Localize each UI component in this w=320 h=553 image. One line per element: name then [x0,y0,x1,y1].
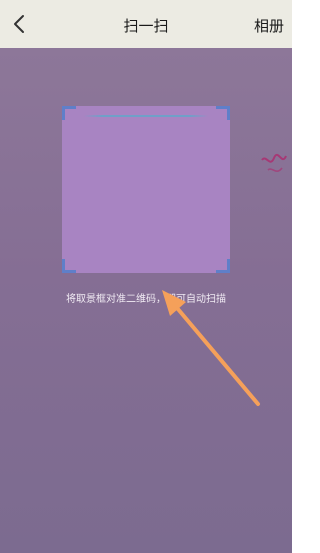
scan-line [84,115,208,117]
frame-corner-bottom-left [62,259,76,273]
frame-corner-top-left [62,106,76,120]
album-button[interactable]: 相册 [254,15,284,36]
back-button[interactable] [4,8,36,40]
scan-frame [62,106,230,273]
background-scribble [261,153,287,172]
chevron-left-icon [14,15,24,33]
frame-corner-top-right [216,106,230,120]
top-bar: 扫一扫 相册 [0,0,292,48]
page-title: 扫一扫 [123,17,169,35]
frame-corner-bottom-right [216,259,230,273]
scan-screen: 扫一扫 相册 将取景框对准二维码，即可自动扫描 [0,0,292,553]
